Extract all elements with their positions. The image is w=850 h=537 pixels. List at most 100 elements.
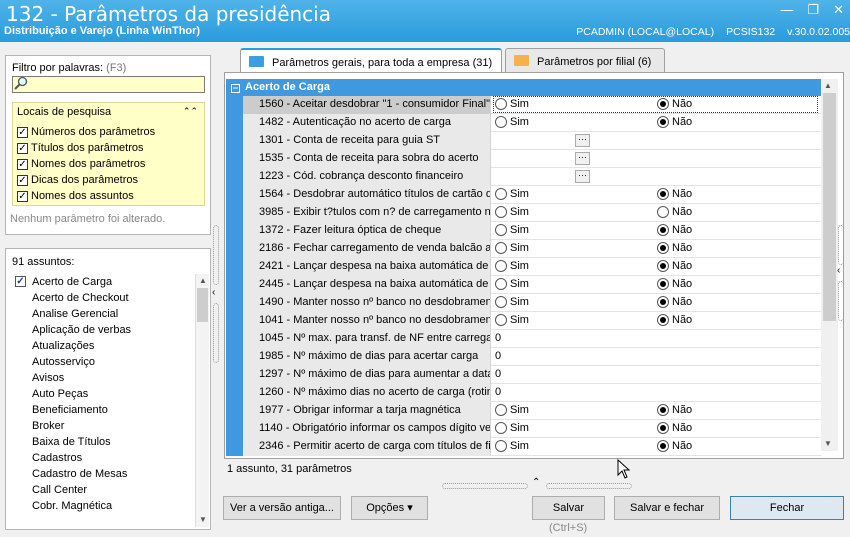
- parameter-row[interactable]: 2445 - Lançar despesa na baixa automátic…: [226, 276, 821, 294]
- radio-yes-icon[interactable]: [495, 422, 507, 434]
- scroll-down-icon[interactable]: ▼: [199, 515, 207, 524]
- parameter-value[interactable]: 0: [492, 348, 821, 366]
- scroll-up-icon[interactable]: ▲: [199, 276, 207, 285]
- save-button[interactable]: Salvar: [532, 496, 605, 520]
- option-param-numbers[interactable]: ✓ Números dos parâmetros: [17, 126, 155, 138]
- parameter-row[interactable]: 1482 - Autenticação no acerto de carga Si…: [226, 114, 821, 132]
- subject-item[interactable]: Call Center: [12, 482, 195, 498]
- tab-general-parameters[interactable]: Parâmetros gerais, para toda a empresa (…: [240, 48, 502, 73]
- radio-no-icon[interactable]: [657, 242, 669, 254]
- radio-yes-icon[interactable]: [495, 260, 507, 272]
- parameter-row[interactable]: 1985 - Nº máximo de dias para acertar ca…: [226, 348, 821, 366]
- radio-no-icon[interactable]: [657, 404, 669, 416]
- parameter-value[interactable]: Sim Não: [492, 312, 821, 330]
- scroll-up-icon[interactable]: ▲: [824, 81, 832, 90]
- radio-no-icon[interactable]: [657, 206, 669, 218]
- radio-no-icon[interactable]: [657, 260, 669, 272]
- close-icon[interactable]: ✕: [833, 2, 844, 18]
- parameter-value[interactable]: Sim Não: [492, 96, 821, 114]
- parameter-value[interactable]: ···: [492, 150, 821, 168]
- parameter-value[interactable]: Sim Não: [492, 438, 821, 456]
- parameter-row[interactable]: 2421 - Lançar despesa na baixa automátic…: [226, 258, 821, 276]
- subject-item[interactable]: Acerto de Checkout: [12, 290, 195, 306]
- radio-no-icon[interactable]: [657, 314, 669, 326]
- parameter-row[interactable]: 1301 - Conta de receita para guia ST ···: [226, 132, 821, 150]
- right-splitter[interactable]: ‹: [835, 225, 847, 325]
- parameter-value[interactable]: Sim Não: [492, 258, 821, 276]
- parameter-value[interactable]: Sim Não: [492, 114, 821, 132]
- splitter-grip[interactable]: [213, 225, 219, 285]
- radio-no-icon[interactable]: [657, 440, 669, 452]
- parameter-value[interactable]: Sim Não: [492, 204, 821, 222]
- subject-item[interactable]: Broker: [12, 418, 195, 434]
- checkbox-icon[interactable]: ✓: [17, 158, 28, 170]
- filter-input[interactable]: [12, 76, 205, 93]
- save-close-button[interactable]: Salvar e fechar: [614, 496, 720, 520]
- parameter-row[interactable]: 1041 - Manter nosso nº banco no desdobra…: [226, 312, 821, 330]
- tab-branch-parameters[interactable]: Parâmetros por filial (6): [505, 48, 665, 73]
- chevron-up-icon[interactable]: ⌃: [532, 477, 540, 488]
- parameter-row[interactable]: 1372 - Fazer leitura óptica de cheque Sim…: [226, 222, 821, 240]
- radio-yes-icon[interactable]: [495, 278, 507, 290]
- radio-no-icon[interactable]: [657, 278, 669, 290]
- radio-yes-icon[interactable]: [495, 242, 507, 254]
- subject-item[interactable]: Autosserviço: [12, 354, 195, 370]
- parameter-row[interactable]: 1560 - Aceitar desdobrar "1 - consumidor…: [226, 96, 821, 114]
- parameter-value[interactable]: Sim Não: [492, 276, 821, 294]
- subjects-scrollbar[interactable]: ▲ ▼: [195, 274, 209, 527]
- subject-item[interactable]: Cadastro de Mesas: [12, 466, 195, 482]
- subject-item[interactable]: Atualizações: [12, 338, 195, 354]
- radio-yes-icon[interactable]: [495, 296, 507, 308]
- ellipsis-button[interactable]: ···: [575, 170, 590, 183]
- collapse-minus-icon[interactable]: −: [231, 84, 240, 93]
- parameter-value[interactable]: Sim Não: [492, 240, 821, 258]
- radio-yes-icon[interactable]: [495, 188, 507, 200]
- scroll-thumb[interactable]: [197, 288, 208, 322]
- parameter-value[interactable]: Sim Não: [492, 186, 821, 204]
- subject-item[interactable]: Cadastros: [12, 450, 195, 466]
- left-splitter[interactable]: ‹: [212, 225, 221, 363]
- minimize-icon[interactable]: —: [780, 2, 793, 18]
- splitter-grip[interactable]: [838, 281, 844, 321]
- splitter-grip[interactable]: [213, 303, 219, 363]
- radio-no-icon[interactable]: [657, 98, 669, 110]
- bottom-splitter[interactable]: ⌃: [442, 477, 642, 491]
- parameter-row[interactable]: 1140 - Obrigatório informar os campos dí…: [226, 420, 821, 438]
- parameter-row[interactable]: 1977 - Obrigar informar a tarja magnétic…: [226, 402, 821, 420]
- group-header[interactable]: − Acerto de Carga: [226, 79, 821, 96]
- splitter-grip[interactable]: [442, 483, 528, 489]
- scroll-down-icon[interactable]: ▼: [824, 439, 832, 448]
- parameter-row[interactable]: 1490 - Manter nosso nº banco no desdobra…: [226, 294, 821, 312]
- parameter-row[interactable]: 1260 - Nº máximo dias no acerto de carga…: [226, 384, 821, 402]
- parameter-value[interactable]: Sim Não: [492, 222, 821, 240]
- chevron-left-icon[interactable]: ‹: [212, 287, 215, 298]
- checkbox-icon[interactable]: ✓: [17, 190, 28, 202]
- subject-item[interactable]: Auto Peças: [12, 386, 195, 402]
- radio-no-icon[interactable]: [657, 188, 669, 200]
- collapse-icon[interactable]: ⌃⌃: [183, 106, 198, 117]
- subject-item[interactable]: Cobr. Magnética: [12, 498, 195, 514]
- parameter-value[interactable]: Sim Não: [492, 402, 821, 420]
- parameter-row[interactable]: 1535 - Conta de receita para sobra do ac…: [226, 150, 821, 168]
- parameter-row[interactable]: 1564 - Desdobrar automático títulos de c…: [226, 186, 821, 204]
- radio-yes-icon[interactable]: [495, 116, 507, 128]
- radio-no-icon[interactable]: [657, 224, 669, 236]
- subject-item[interactable]: Beneficiamento: [12, 402, 195, 418]
- subject-item[interactable]: Avisos: [12, 370, 195, 386]
- close-button[interactable]: Fechar: [730, 496, 844, 520]
- parameter-value[interactable]: Sim Não: [492, 420, 821, 438]
- radio-no-icon[interactable]: [657, 296, 669, 308]
- radio-yes-icon[interactable]: [495, 314, 507, 326]
- old-version-button[interactable]: Ver a versão antiga...: [223, 496, 341, 520]
- parameter-value[interactable]: ···: [492, 168, 821, 186]
- parameter-value[interactable]: 0: [492, 330, 821, 348]
- checkbox-icon[interactable]: ✓: [15, 276, 26, 287]
- subject-item[interactable]: ✓ Acerto de Carga: [12, 274, 195, 290]
- splitter-grip[interactable]: [546, 483, 632, 489]
- parameter-row[interactable]: 3985 - Exibir t?tulos com n? de carregam…: [226, 204, 821, 222]
- radio-yes-icon[interactable]: [495, 440, 507, 452]
- radio-no-icon[interactable]: [657, 422, 669, 434]
- radio-no-icon[interactable]: [657, 116, 669, 128]
- parameter-row[interactable]: 2346 - Permitir acerto de carga com títu…: [226, 438, 821, 456]
- parameter-row[interactable]: 1045 - Nº max. para transf. de NF entre …: [226, 330, 821, 348]
